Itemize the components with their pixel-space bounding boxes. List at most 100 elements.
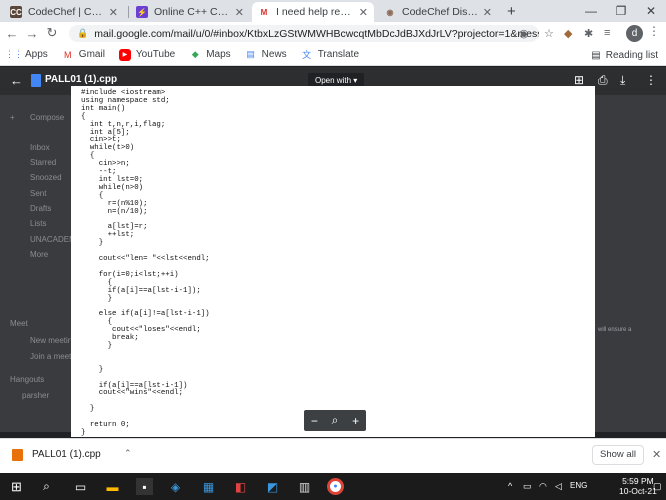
windows-start-icon[interactable]: ⊞ — [8, 478, 25, 495]
reload-icon[interactable]: ↻ — [42, 25, 62, 41]
compose-label: Compose — [30, 113, 65, 122]
tab-close-icon[interactable]: ✕ — [235, 6, 244, 19]
bookmark-translate[interactable]: 文 Translate — [301, 49, 359, 61]
file-explorer-icon[interactable]: ▬ — [104, 478, 121, 495]
forward-icon[interactable]: → — [22, 26, 42, 41]
browser-menu-icon[interactable]: ⋮ — [648, 24, 660, 38]
chrome-icon[interactable]: ● — [327, 478, 344, 495]
sidebar-item-snoozed: Snoozed — [30, 173, 62, 182]
apps-grid-icon: ⋮⋮ — [5, 49, 23, 59]
bookmark-label: Maps — [206, 49, 231, 60]
notepad-icon[interactable]: ▥ — [296, 478, 313, 495]
extension-icon[interactable]: ◆ — [564, 27, 572, 40]
youtube-icon: ▶ — [118, 48, 131, 61]
tab-label: Online C++ Compiler - — [154, 6, 231, 18]
tab-close-icon[interactable]: ✕ — [109, 6, 118, 19]
url-text: mail.google.com/mail/u/0/#inbox/KtbxLzGS… — [94, 27, 539, 40]
viewer-more-icon[interactable]: ⋮ — [645, 73, 657, 87]
zoom-out-button[interactable]: − — [311, 414, 318, 428]
address-bar[interactable]: 🔒 mail.google.com/mail/u/0/#inbox/KtbxLz… — [69, 25, 539, 42]
task-view-icon[interactable]: ▭ — [72, 478, 89, 495]
lock-icon: 🔒 — [77, 28, 89, 38]
chevron-up-icon[interactable]: ⌃ — [124, 448, 132, 459]
source-code: #include <iostream> using namespace std;… — [81, 89, 210, 437]
eye-icon[interactable]: ◉ — [519, 27, 529, 40]
search-icon[interactable]: ⌕ — [38, 478, 55, 495]
maps-icon: ◆ — [191, 49, 199, 59]
sidebar-item-sent: Sent — [30, 189, 47, 198]
tab-close-icon[interactable]: ✕ — [359, 6, 368, 19]
download-icon[interactable]: ⤓ — [620, 73, 625, 88]
input-language[interactable]: ENG — [570, 481, 587, 490]
bookmark-apps[interactable]: ⋮⋮ Apps — [5, 49, 48, 61]
new-tab-button[interactable]: + — [507, 3, 516, 20]
tab-label: CodeChef Discuss — [402, 6, 479, 18]
tab-codechef-discuss[interactable]: ◉ CodeChef Discuss ✕ — [378, 2, 498, 22]
sidebar-item-drafts: Drafts — [30, 204, 52, 213]
bookmark-maps[interactable]: ◆ Maps — [189, 49, 231, 61]
zoom-search-icon[interactable]: ⌕ — [332, 413, 339, 428]
wifi-icon[interactable]: ◠ — [539, 481, 547, 492]
media-icon[interactable]: ≡ — [604, 27, 610, 39]
download-filename[interactable]: PALL01 (1).cpp — [32, 449, 101, 460]
viewer-filename: PALL01 (1).cpp — [45, 74, 118, 85]
close-downloads-icon[interactable]: ✕ — [652, 448, 661, 461]
tab-codechef[interactable]: CC CodeChef | Competitive ✕ — [4, 2, 124, 22]
calculator-icon[interactable]: ▦ — [200, 478, 217, 495]
tab-gmail-active[interactable]: M I need help regarding a ✕ — [252, 2, 374, 22]
compose-plus-icon: + — [10, 113, 15, 122]
clock-date: 10-Oct-21 — [619, 486, 657, 496]
bookmark-gmail[interactable]: M Gmail — [62, 49, 105, 61]
open-with-label: Open with — [315, 76, 352, 85]
translate-icon: 文 — [302, 50, 312, 60]
volume-icon[interactable]: ◁ — [555, 481, 562, 492]
close-window-icon[interactable]: ✕ — [636, 0, 666, 22]
show-all-button[interactable]: Show all — [592, 445, 644, 465]
taskbar-clock[interactable]: 5:59 PM 10-Oct-21 — [619, 476, 657, 496]
bookmark-label: Gmail — [78, 49, 105, 60]
tray-expand-icon[interactable]: ^ — [508, 481, 512, 491]
window-controls: — ❐ ✕ — [576, 0, 666, 22]
zoom-in-button[interactable]: + — [352, 414, 359, 428]
reading-list-button[interactable]: ▤ Reading list — [591, 44, 658, 66]
maximize-icon[interactable]: ❐ — [606, 0, 636, 22]
clock-time: 5:59 PM — [622, 476, 654, 486]
bookmark-youtube[interactable]: ▶ YouTube — [118, 48, 175, 61]
profile-avatar[interactable]: d — [626, 25, 643, 42]
minimize-icon[interactable]: — — [576, 0, 606, 22]
code-document-page: #include <iostream> using namespace std;… — [71, 86, 595, 437]
bookmark-label: Translate — [317, 49, 360, 60]
notes-app-icon[interactable]: ◩ — [264, 478, 281, 495]
lightning-favicon-icon: ⚡ — [136, 6, 148, 18]
puzzle-icon[interactable]: ✱ — [584, 27, 593, 40]
viewer-back-icon[interactable]: ← — [10, 73, 23, 88]
background-snippet-text: will ensure a — [598, 327, 632, 333]
print-icon[interactable]: ⎙ — [598, 73, 608, 88]
add-to-drive-icon[interactable]: ⊞ — [574, 73, 584, 87]
notifications-icon[interactable]: ▢ — [653, 481, 662, 492]
tab-online-compiler[interactable]: ⚡ Online C++ Compiler - ✕ — [130, 2, 250, 22]
back-icon[interactable]: ← — [2, 26, 22, 41]
bookmark-label: News — [261, 49, 287, 60]
hangouts-heading: Hangouts — [10, 375, 45, 384]
discuss-favicon-icon: ◉ — [384, 6, 396, 18]
network-app-icon[interactable]: ◈ — [167, 478, 184, 495]
document-icon — [31, 74, 41, 87]
gmail-sidebar-dimmed: + Compose Inbox Starred Snoozed Sent Dra… — [0, 100, 82, 430]
terminal-icon[interactable]: ▪ — [136, 478, 153, 495]
tab-close-icon[interactable]: ✕ — [483, 6, 492, 19]
news-icon: ▤ — [246, 49, 255, 59]
sidebar-item-lists: Lists — [30, 219, 47, 228]
battery-icon[interactable]: ▭ — [523, 481, 532, 492]
gmail-favicon-icon: M — [258, 6, 270, 18]
meet-heading: Meet — [10, 319, 28, 328]
sidebar-item-starred: Starred — [30, 158, 57, 167]
tab-label: CodeChef | Competitive — [28, 6, 105, 18]
tab-label: I need help regarding a — [276, 6, 355, 18]
bookmark-label: Apps — [25, 49, 48, 60]
bookmark-star-icon[interactable]: ☆ — [544, 27, 554, 40]
gmail-icon: M — [64, 49, 72, 60]
bookmark-news[interactable]: ▤ News — [245, 49, 287, 61]
tab-separator — [128, 6, 129, 18]
media-app-icon[interactable]: ◧ — [232, 478, 249, 495]
